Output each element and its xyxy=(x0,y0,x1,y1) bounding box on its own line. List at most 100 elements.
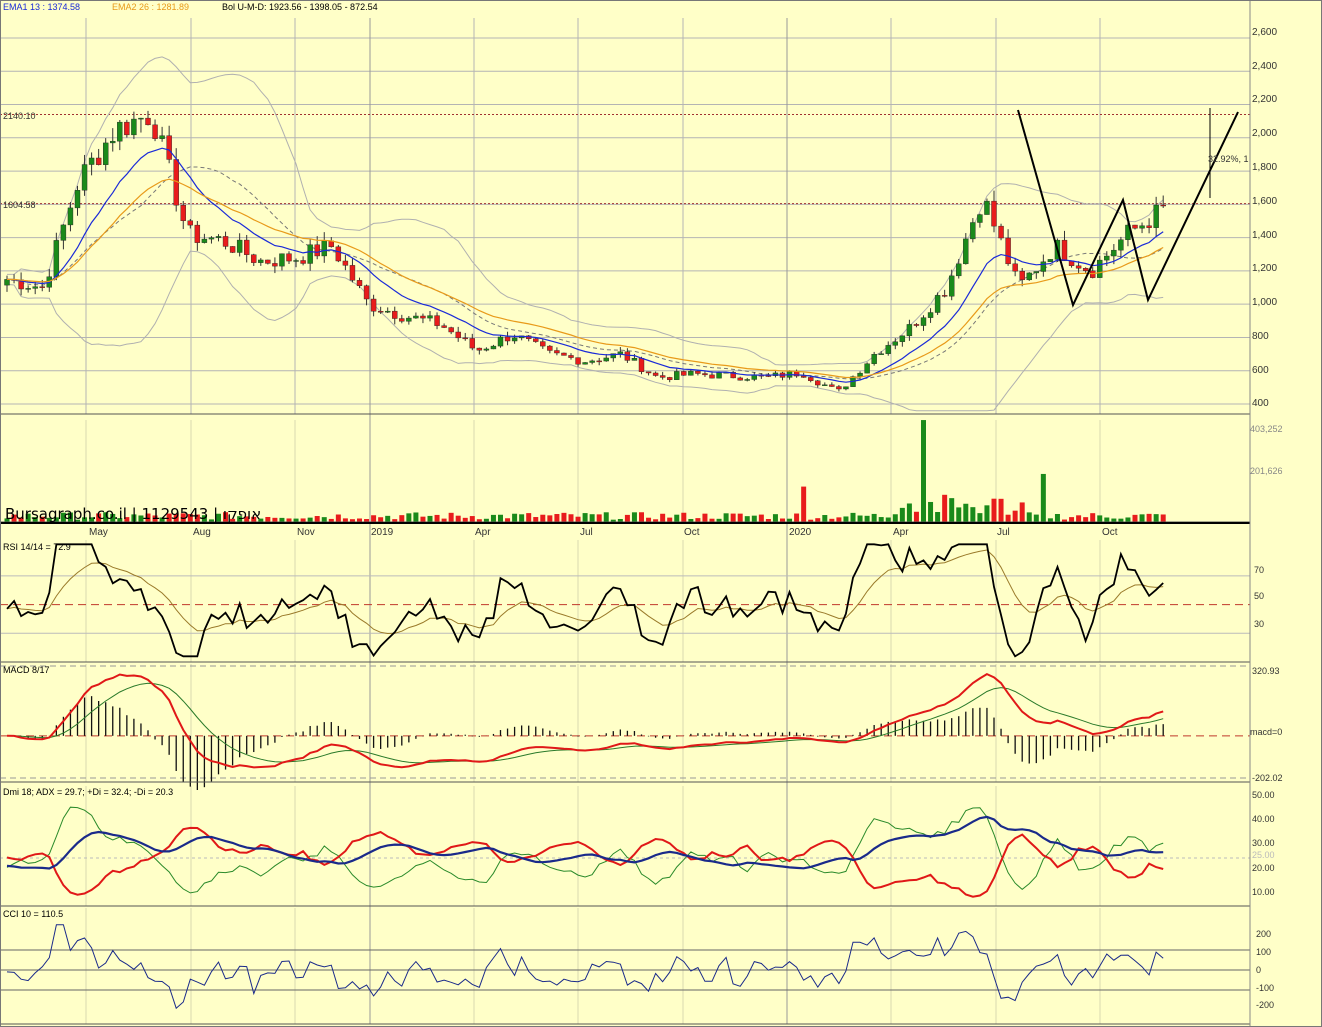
candle-body xyxy=(53,240,60,277)
dmi-tick: 50.00 xyxy=(1252,790,1275,800)
candle-body xyxy=(243,239,250,255)
ema1-label: EMA1 13 : 1374.58 xyxy=(3,2,80,12)
dmi-tick: 30.00 xyxy=(1252,838,1275,848)
volume-bar xyxy=(342,518,348,522)
candle-body xyxy=(441,325,447,328)
candle-body xyxy=(300,260,306,264)
candle-body xyxy=(617,351,624,354)
volume-bar xyxy=(490,514,496,522)
volume-tick: 201,626 xyxy=(1250,466,1283,476)
volume-bar xyxy=(441,518,447,522)
volume-bar xyxy=(1153,514,1159,522)
volume-bar xyxy=(462,517,468,522)
price-tick: 2,200 xyxy=(1252,94,1277,105)
candle-body xyxy=(1012,263,1018,272)
volume-bar xyxy=(681,512,687,522)
candle-body xyxy=(448,327,454,333)
candle-body xyxy=(392,310,398,319)
volume-bar xyxy=(935,512,941,522)
rsi-tick: 50 xyxy=(1254,591,1264,601)
volume-bar xyxy=(1139,514,1145,522)
candle-body xyxy=(596,360,602,363)
volume-bar xyxy=(928,501,934,522)
month-label: Apr xyxy=(893,527,909,538)
candle-body xyxy=(117,121,123,142)
candle-body xyxy=(335,246,342,262)
candle-body xyxy=(864,363,870,374)
cci-tick: -200 xyxy=(1256,1000,1274,1010)
volume-bar xyxy=(561,512,567,522)
candle-body xyxy=(871,354,877,364)
candle-body xyxy=(1033,271,1040,274)
volume-bar xyxy=(913,511,919,522)
macd-label: MACD 8/17 xyxy=(3,665,50,675)
candle-body xyxy=(667,377,673,380)
rsi-tick: 70 xyxy=(1254,565,1264,575)
candle-body xyxy=(956,263,962,277)
volume-bar xyxy=(885,517,891,522)
candle-body xyxy=(102,142,109,165)
volume-bar xyxy=(949,498,955,522)
candle-body xyxy=(1097,259,1103,278)
candle-body xyxy=(822,384,828,386)
volume-bar xyxy=(921,420,926,522)
candle-body xyxy=(800,375,807,378)
month-label: Oct xyxy=(1102,527,1118,538)
candle-body xyxy=(1075,265,1082,269)
volume-bar xyxy=(780,518,785,522)
volume-bar xyxy=(314,516,320,522)
cci-label: CCI 10 = 110.5 xyxy=(3,909,63,919)
month-label: Apr xyxy=(475,527,491,538)
volume-bar xyxy=(758,514,764,522)
candle-body xyxy=(159,135,165,139)
candle-body xyxy=(110,140,116,144)
candle-body xyxy=(716,372,722,379)
volume-bar xyxy=(956,507,962,522)
candle-body xyxy=(222,236,229,247)
candle-body xyxy=(25,288,31,290)
dmi-tick: 25.00 xyxy=(1252,850,1275,860)
candle-body xyxy=(166,135,172,160)
volume-bar xyxy=(871,513,877,522)
candle-body xyxy=(934,295,941,313)
candle-body xyxy=(229,246,236,253)
candle-body xyxy=(970,222,976,240)
volume-bar xyxy=(892,514,898,522)
volume-bar xyxy=(385,515,391,522)
rsi-label: RSI 14/14 = 72.9 xyxy=(3,542,71,552)
candle-body xyxy=(977,214,983,223)
bollinger-label: Bol U-M-D: 1923.56 - 1398.05 - 872.54 xyxy=(222,2,378,12)
volume-bar xyxy=(1097,515,1103,522)
level-label-upper: 2140.10 xyxy=(3,111,36,121)
candle-body xyxy=(744,379,750,381)
volume-bar xyxy=(878,517,884,522)
candle-body xyxy=(187,220,194,226)
volume-bar xyxy=(1118,518,1124,522)
candle-body xyxy=(554,350,560,354)
volume-bar xyxy=(1033,514,1039,522)
volume-bar xyxy=(554,514,560,522)
price-tick: 1,000 xyxy=(1252,297,1277,308)
volume-bar xyxy=(1026,512,1032,522)
candle-body xyxy=(751,374,757,380)
volume-bar xyxy=(730,513,736,522)
price-tick: 2,000 xyxy=(1252,128,1277,139)
candle-body xyxy=(878,353,884,355)
candle-body xyxy=(32,286,38,289)
candle-body xyxy=(194,224,201,243)
candle-body xyxy=(251,254,257,263)
volume-bar xyxy=(265,516,271,522)
volume-bar xyxy=(469,516,475,522)
dmi-tick: 20.00 xyxy=(1252,863,1275,873)
candle-body xyxy=(737,377,743,381)
volume-bar xyxy=(1012,510,1018,522)
candle-body xyxy=(497,336,504,347)
volume-bar xyxy=(667,517,673,522)
price-tick: 2,400 xyxy=(1252,61,1277,72)
candle-body xyxy=(1118,239,1124,251)
volume-bar xyxy=(1076,515,1082,522)
volume-bar xyxy=(357,518,362,522)
price-tick: 400 xyxy=(1252,398,1269,409)
volume-tick: 403,252 xyxy=(1250,424,1283,434)
volume-bar xyxy=(660,513,666,522)
